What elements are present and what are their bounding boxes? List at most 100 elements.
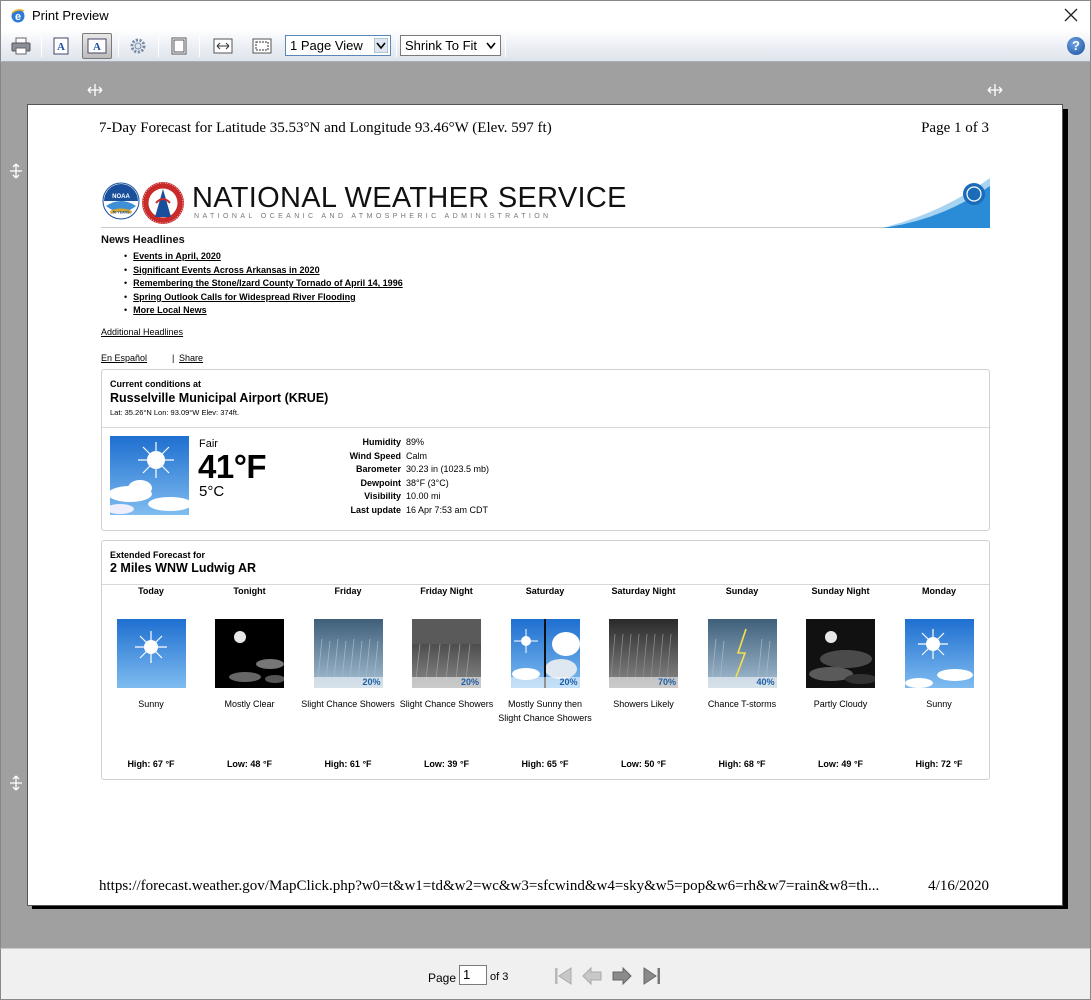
forecast-temp: Low: 48 °F	[226, 759, 273, 769]
detail-value: Calm	[406, 450, 428, 461]
extended-forecast-label: Extended Forecast for	[110, 550, 206, 560]
page-footer-url: https://forecast.weather.gov/MapClick.ph…	[99, 878, 880, 894]
forecast-period: Sunday Night Partly Cloudy Low: 49 °F	[792, 585, 890, 769]
arrow-left-icon	[582, 966, 602, 986]
full-width-icon	[213, 38, 233, 54]
nws-banner: NOAA 50 YEARS NATIONAL WEATHER SERVICE N…	[101, 178, 990, 228]
news-link[interactable]: More Local News	[133, 305, 207, 315]
headers-footers-icon	[171, 37, 187, 55]
detail-row: Wind Speed Calm	[332, 450, 489, 464]
scale-select[interactable]: Shrink To Fit	[400, 35, 501, 56]
noaa-logo: NOAA 50 YEARS	[102, 182, 140, 220]
precip-chance: 20%	[412, 677, 481, 688]
sunny-clouds-icon	[904, 619, 974, 688]
preview-canvas[interactable]: 7-Day Forecast for Latitude 35.53°N and …	[0, 62, 1091, 948]
full-width-button[interactable]	[208, 33, 238, 59]
forecast-period-name: Today	[138, 586, 164, 596]
window-title: Print Preview	[32, 8, 109, 23]
printer-icon	[11, 37, 31, 55]
left-margin-handle[interactable]	[86, 84, 104, 102]
forecast-temp: Low: 50 °F	[620, 759, 667, 769]
forecast-period: Tonight Mostly Clear Low: 48 °F	[201, 585, 299, 769]
forecast-short-desc: Partly Cloudy	[813, 699, 868, 709]
title-bar: e Print Preview	[0, 0, 1091, 30]
news-item: Significant Events Across Arkansas in 20…	[124, 264, 403, 278]
page-number-input[interactable]: 1	[459, 965, 487, 985]
detail-row: Dewpoint 38°F (3°C)	[332, 477, 489, 491]
headers-footers-button[interactable]	[164, 33, 194, 59]
forecast-period-name: Friday Night	[420, 586, 473, 596]
page-setup-button[interactable]	[123, 33, 153, 59]
forecast-period-name: Sunday	[725, 586, 759, 596]
precip-chance: 20%	[510, 677, 580, 688]
detail-row: Humidity 89%	[332, 436, 489, 450]
previous-page-button[interactable]	[581, 965, 603, 987]
news-link[interactable]: Events in April, 2020	[133, 251, 221, 261]
sunny-then-showers-icon: 20%	[510, 619, 580, 688]
share-link[interactable]: Share	[179, 353, 203, 363]
forecast-location: 2 Miles WNW Ludwig AR	[110, 561, 257, 575]
page-header-number: Page 1 of 3	[921, 120, 989, 136]
vertical-resize-icon	[10, 163, 22, 179]
help-icon: ?	[1072, 38, 1080, 53]
landscape-icon: A	[87, 38, 107, 54]
nws-subtitle: NATIONAL OCEANIC AND ATMOSPHERIC ADMINIS…	[194, 213, 552, 220]
detail-row: Visibility 10.00 mi	[332, 490, 489, 504]
news-link[interactable]: Spring Outlook Calls for Widespread Rive…	[133, 292, 355, 302]
landscape-button[interactable]: A	[82, 33, 112, 59]
mostly-clear-night-icon	[215, 619, 284, 688]
forecast-short-desc: Slight Chance Showers	[399, 699, 494, 709]
portrait-button[interactable]: A	[46, 33, 76, 59]
forecast-period-name: Sunday Night	[811, 586, 870, 596]
close-button[interactable]	[1061, 4, 1081, 26]
current-details-table: Humidity 89% Wind Speed Calm Barometer 30.2…	[332, 436, 489, 517]
detail-key: Visibility	[364, 491, 401, 501]
forecast-short-desc: Mostly Sunny then Slight Chance Showers	[498, 699, 592, 723]
forecast-period: Monday Sunny High: 72 °F	[890, 585, 988, 769]
news-link[interactable]: Remembering the Stone/Izard County Torna…	[133, 278, 403, 288]
showers-likely-night-icon: 70%	[609, 619, 678, 688]
detail-row: Last update 16 Apr 7:53 am CDT	[332, 504, 489, 518]
status-bar: Page 1 of 3	[0, 948, 1091, 1000]
detail-value: 30.23 in (1023.5 mb)	[406, 464, 490, 474]
forecast-period: Friday Night 20% Slight Chance Showers Low:…	[398, 585, 496, 769]
print-button[interactable]	[6, 33, 36, 59]
detail-key: Humidity	[362, 437, 401, 447]
thunderstorms-icon: 40%	[707, 619, 777, 688]
current-temp-f: 41°F	[198, 448, 267, 485]
current-conditions-panel: Current conditions at Russelville Munici…	[101, 369, 990, 531]
sunny-clouds-icon	[110, 436, 189, 515]
forecast-period: Today Sunny High: 67 °F	[102, 585, 200, 769]
detail-key: Barometer	[355, 464, 401, 474]
bottom-margin-handle[interactable]	[7, 774, 25, 792]
detail-value: 16 Apr 7:53 am CDT	[406, 504, 489, 515]
news-link[interactable]: Significant Events Across Arkansas in 20…	[133, 265, 319, 275]
page-view-select[interactable]: 1 Page View	[285, 35, 391, 56]
news-list: Events in April, 2020 Significant Events…	[124, 250, 403, 318]
forecast-short-desc: Mostly Clear	[224, 699, 275, 709]
current-conditions-label: Current conditions at	[110, 379, 202, 389]
full-page-button[interactable]	[247, 33, 277, 59]
last-page-button[interactable]	[641, 965, 663, 987]
news-item: More Local News	[124, 304, 403, 318]
next-page-button[interactable]	[611, 965, 633, 987]
additional-headlines-link[interactable]: Additional Headlines	[101, 327, 183, 337]
forecast-period-name: Saturday Night	[611, 586, 676, 596]
nws-logo	[142, 182, 184, 224]
forecast-period-name: Saturday	[525, 586, 565, 596]
first-page-button[interactable]	[552, 965, 574, 987]
detail-value: 89%	[406, 437, 425, 447]
detail-value: 38°F (3°C)	[406, 477, 449, 488]
chevron-down-icon	[374, 38, 388, 53]
top-margin-handle[interactable]	[7, 162, 25, 180]
detail-key: Last update	[350, 504, 401, 515]
precip-chance: 70%	[609, 677, 678, 688]
news-item: Remembering the Stone/Izard County Torna…	[124, 277, 403, 291]
extended-forecast-panel: Extended Forecast for 2 Miles WNW Ludwig…	[101, 540, 990, 780]
gear-icon	[130, 38, 146, 54]
help-button[interactable]: ?	[1067, 37, 1085, 55]
right-margin-handle[interactable]	[986, 84, 1004, 102]
forecast-temp: High: 68 °F	[718, 759, 766, 769]
espanol-link[interactable]: En Español	[101, 353, 147, 363]
svg-text:A: A	[93, 41, 101, 53]
